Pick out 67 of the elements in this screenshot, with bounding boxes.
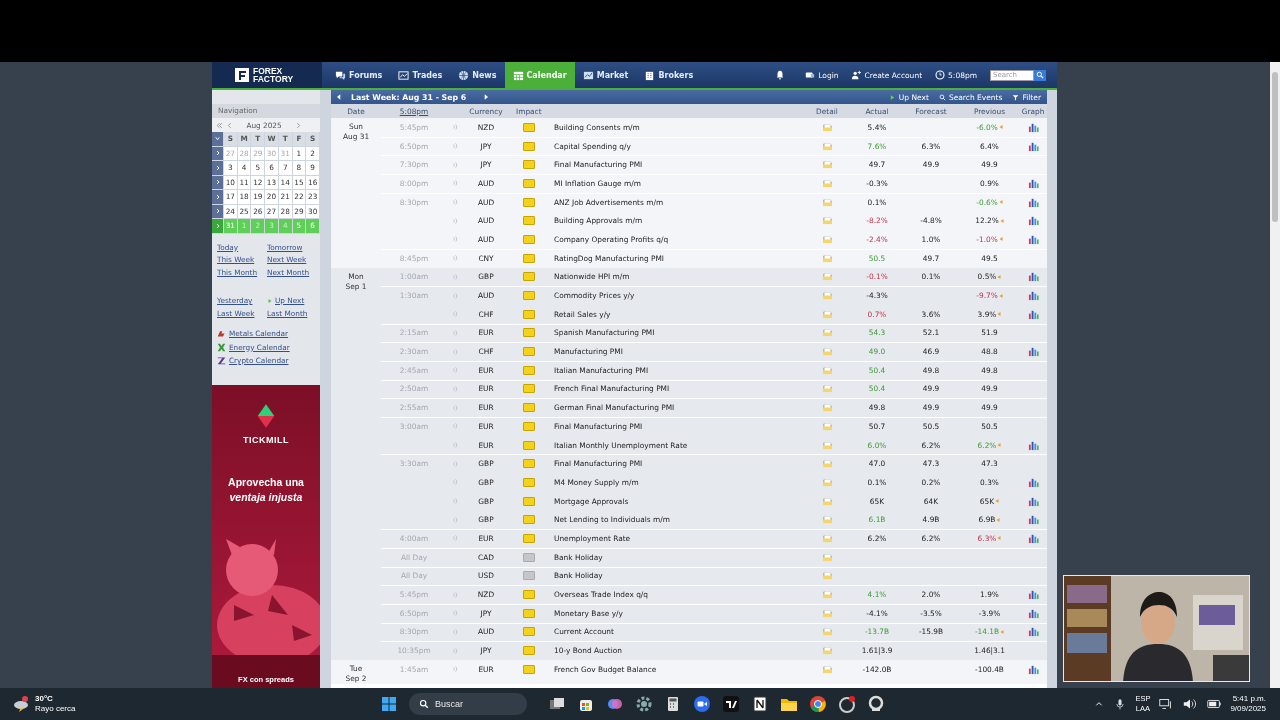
search-icon	[938, 93, 946, 101]
chevron-down-icon[interactable]	[214, 135, 221, 143]
bar-chart-icon[interactable]	[1027, 233, 1039, 245]
clock-date[interactable]: 9/09/2025	[1230, 704, 1266, 714]
search-icon	[419, 699, 429, 709]
bar-chart-icon[interactable]	[1027, 663, 1039, 675]
logo-text: FOREX FACTORY	[253, 67, 294, 83]
line-chart-icon	[582, 69, 594, 81]
scrollbar[interactable]	[1270, 62, 1280, 688]
search-button[interactable]	[1034, 69, 1046, 81]
chat-icon	[335, 69, 346, 81]
bar-chart-icon[interactable]	[1027, 215, 1039, 227]
ad-headline: Aprovecha una ventaja injusta	[227, 475, 305, 505]
chart-app-icon[interactable]	[722, 695, 740, 713]
bar-chart-icon[interactable]	[1027, 476, 1039, 488]
search-icon	[1036, 71, 1044, 79]
bar-chart-icon[interactable]	[1027, 514, 1039, 526]
bar-chart-icon[interactable]	[1027, 607, 1039, 619]
browser-icon[interactable]	[809, 695, 827, 713]
logo-icon	[234, 67, 250, 83]
building-icon	[644, 69, 656, 81]
chevron-right-icon[interactable]	[295, 121, 302, 129]
bar-chart-icon[interactable]	[1027, 626, 1039, 638]
calendar-icon	[512, 69, 524, 81]
diamond-logo-icon	[256, 403, 276, 429]
nav-tab[interactable]: News	[450, 62, 505, 88]
bar-chart-icon[interactable]	[1027, 308, 1039, 320]
clock-icon	[935, 70, 946, 80]
bell-icon[interactable]	[775, 70, 786, 80]
bar-chart-icon[interactable]	[1027, 271, 1039, 283]
settings-icon[interactable]	[635, 695, 653, 713]
bar-chart-icon[interactable]	[1027, 532, 1039, 544]
nav-tab[interactable]: Trades	[390, 62, 451, 88]
bar-chart-icon[interactable]	[1027, 196, 1039, 208]
bar-chart-icon[interactable]	[1027, 589, 1039, 601]
video-call-icon[interactable]	[693, 695, 711, 713]
search-field[interactable]: Buscar	[409, 693, 527, 715]
weather-temperature: 30°C	[35, 694, 54, 704]
weather-icon[interactable]	[12, 695, 30, 713]
bar-chart-icon[interactable]	[1027, 290, 1039, 302]
weather-description: Rayo cerca	[35, 704, 76, 714]
arrow-icon	[267, 298, 273, 305]
nav-tab[interactable]: Forums	[327, 62, 391, 88]
document-icon[interactable]	[751, 695, 769, 713]
nav-tab[interactable]: Market	[574, 62, 637, 88]
double-chevron-left-icon[interactable]	[216, 121, 223, 129]
nav-tab[interactable]: Brokers	[636, 62, 702, 88]
add-user-icon	[851, 70, 862, 80]
bar-chart-icon[interactable]	[1027, 439, 1039, 451]
clock-time[interactable]: 5:41 p.m.	[1232, 694, 1266, 704]
bar-chart-icon[interactable]	[1027, 495, 1039, 507]
card-icon	[805, 70, 816, 80]
bar-chart-icon[interactable]	[1027, 177, 1039, 189]
chevron-left-icon[interactable]	[226, 121, 233, 129]
bar-chart-icon[interactable]	[1027, 140, 1039, 152]
recorder-icon[interactable]	[838, 695, 856, 713]
ad-brand: TICKMILL	[243, 435, 289, 445]
bar-chart-icon[interactable]	[1027, 346, 1039, 358]
bar-chart-icon[interactable]	[1027, 121, 1039, 133]
camera-app-icon[interactable]	[867, 695, 885, 713]
globe-icon	[458, 69, 470, 81]
play-icon	[888, 93, 896, 101]
zigzag-icon	[217, 356, 226, 366]
chart-window-icon	[398, 69, 410, 81]
windows-icon[interactable]	[380, 695, 398, 713]
arrow-left-icon[interactable]	[335, 93, 343, 101]
filter-icon	[1012, 93, 1020, 101]
